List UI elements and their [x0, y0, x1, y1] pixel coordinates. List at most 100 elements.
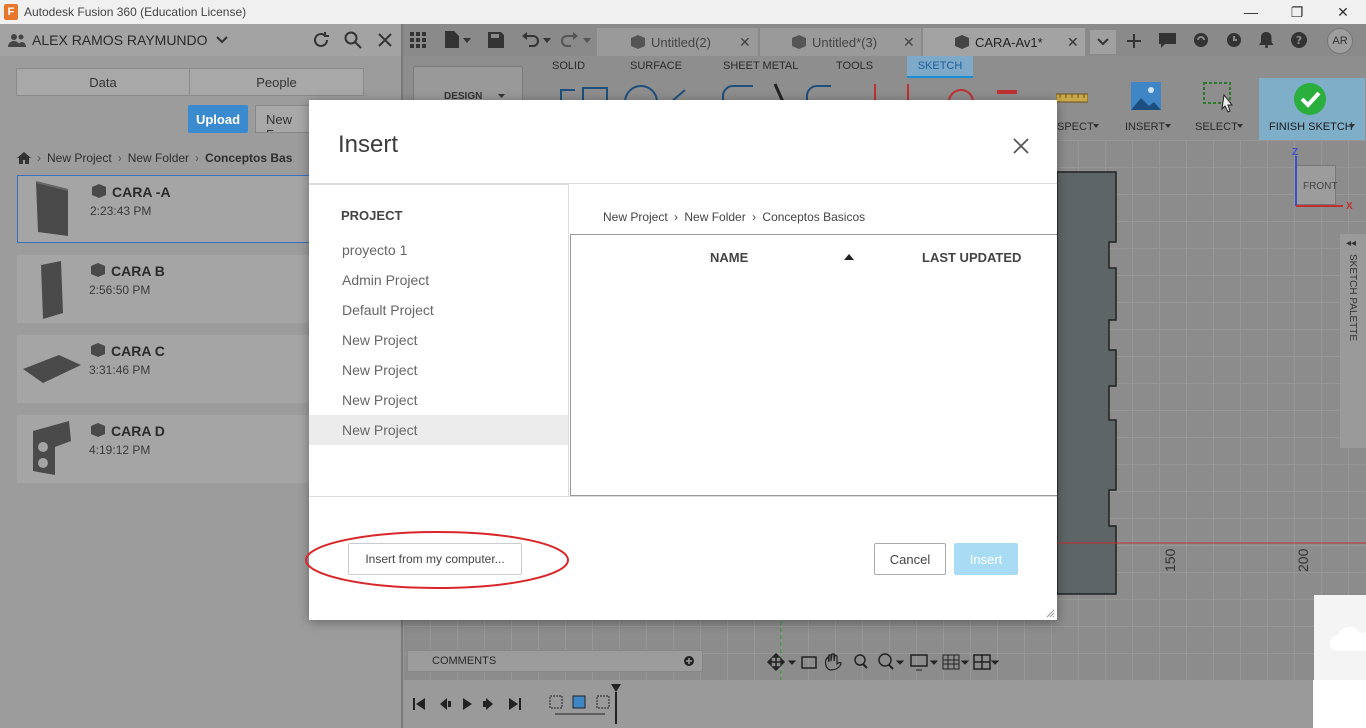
chevron-down-icon[interactable]: [216, 36, 228, 44]
chevron-down-icon[interactable]: [1093, 124, 1099, 128]
inspect-group-label[interactable]: SPECT: [1057, 121, 1094, 133]
breadcrumb-item[interactable]: Conceptos Bas: [205, 151, 292, 165]
minimize-button[interactable]: —: [1228, 0, 1274, 24]
breadcrumb-item[interactable]: New Folder: [128, 151, 189, 165]
tab-label: Untitled*(3): [812, 34, 878, 50]
breadcrumb-item[interactable]: New Project: [603, 210, 668, 224]
column-header-name[interactable]: NAME: [710, 250, 748, 265]
tab-document-active[interactable]: CARA-Av1* ✕: [923, 28, 1085, 56]
project-item[interactable]: Default Project: [342, 302, 434, 318]
project-item[interactable]: New Project: [342, 362, 417, 378]
project-heading: PROJECT: [341, 208, 403, 223]
close-icon[interactable]: ✕: [903, 34, 915, 51]
sketch-tools-icons[interactable]: [553, 82, 1033, 102]
timeline-features[interactable]: [549, 684, 623, 724]
insert-group-label[interactable]: INSERT: [1125, 121, 1165, 133]
active-tab-underline: [907, 76, 973, 78]
thumbnail: [35, 181, 69, 236]
file-name: CARA D: [111, 423, 165, 439]
tab-tools[interactable]: TOOLS: [836, 60, 873, 72]
cloud-widget[interactable]: [1314, 595, 1366, 680]
tab-people[interactable]: People: [189, 68, 364, 96]
bell-icon[interactable]: [1259, 32, 1274, 48]
chevron-down-icon[interactable]: [1165, 124, 1171, 128]
list-item[interactable]: CARA D 4:19:12 PM: [17, 415, 317, 483]
timeline-controls[interactable]: [413, 696, 523, 712]
tab-overflow-button[interactable]: [1090, 30, 1116, 54]
tab-surface[interactable]: SURFACE: [630, 60, 682, 72]
tab-sketch[interactable]: SKETCH: [907, 56, 973, 76]
dialog-title: Insert: [338, 131, 399, 158]
thumbnail: [23, 355, 81, 383]
column-header-last-updated[interactable]: LAST UPDATED: [922, 250, 1021, 265]
close-icon[interactable]: [377, 32, 393, 48]
chevron-down-icon[interactable]: [1237, 124, 1243, 128]
design-file-icon: [91, 263, 105, 277]
close-window-button[interactable]: ✕: [1320, 0, 1366, 24]
project-item[interactable]: proyecto 1: [342, 242, 407, 258]
chat-icon[interactable]: [1159, 33, 1176, 48]
app-grid-icon[interactable]: [410, 32, 426, 48]
chevron-down-icon[interactable]: [583, 38, 591, 43]
resize-handle-icon[interactable]: [1046, 609, 1055, 618]
highlight-circle-annotation: [305, 531, 569, 589]
timeline-bar: [403, 680, 1366, 728]
sort-ascending-icon[interactable]: [844, 254, 854, 260]
plus-icon[interactable]: [1126, 33, 1142, 49]
upload-button[interactable]: Upload: [188, 105, 248, 133]
chevron-down-icon: [498, 94, 505, 98]
tab-data[interactable]: Data: [16, 68, 190, 96]
navigation-bar[interactable]: [766, 652, 1002, 672]
search-icon[interactable]: [344, 31, 362, 49]
breadcrumb-item[interactable]: Conceptos Basicos: [762, 210, 865, 224]
user-bar: ALEX RAMOS RAYMUNDO: [0, 24, 401, 56]
file-menu-icon[interactable]: [445, 31, 459, 48]
finish-sketch-button[interactable]: FINISH SKETCH: [1259, 78, 1365, 140]
save-icon[interactable]: [488, 32, 504, 48]
undo-icon[interactable]: [521, 32, 539, 48]
tab-solid[interactable]: SOLID: [552, 60, 585, 72]
cancel-button[interactable]: Cancel: [874, 543, 946, 575]
project-item[interactable]: Admin Project: [342, 272, 429, 288]
project-item[interactable]: New Project: [342, 332, 417, 348]
measure-icon[interactable]: [1056, 86, 1088, 106]
project-item[interactable]: New Project: [342, 392, 417, 408]
clock-icon[interactable]: [1226, 32, 1242, 48]
avatar[interactable]: AR: [1327, 28, 1353, 54]
close-icon[interactable]: ✕: [739, 34, 751, 51]
tab-sheet-metal[interactable]: SHEET METAL: [723, 60, 798, 72]
image-icon[interactable]: [1131, 82, 1161, 110]
breadcrumb-item[interactable]: New Folder: [684, 210, 745, 224]
design-file-icon: [792, 35, 806, 49]
title-bar: F Autodesk Fusion 360 (Education License…: [0, 0, 1366, 24]
list-item[interactable]: CARA B 2:56:50 PM: [17, 255, 317, 323]
tab-label: CARA-Av1*: [975, 34, 1043, 50]
close-icon[interactable]: [1012, 137, 1030, 155]
list-item[interactable]: CARA C 3:31:46 PM: [17, 335, 317, 403]
breadcrumb-item[interactable]: New Project: [47, 151, 112, 165]
redo-icon[interactable]: [561, 32, 579, 48]
user-name[interactable]: ALEX RAMOS RAYMUNDO: [32, 32, 208, 48]
design-file-icon: [955, 35, 969, 49]
design-file-icon: [91, 423, 105, 437]
chevron-down-icon[interactable]: [543, 38, 551, 43]
sketch-palette-tab[interactable]: ◂◂ SKETCH PALETTE: [1340, 234, 1366, 448]
comments-panel[interactable]: COMMENTS: [407, 650, 703, 672]
tab-document[interactable]: Untitled(2) ✕: [597, 28, 758, 56]
select-group-label[interactable]: SELECT: [1195, 121, 1238, 133]
insert-button[interactable]: Insert: [954, 543, 1018, 575]
sync-icon[interactable]: [1193, 32, 1209, 48]
list-item[interactable]: CARA -A 2:23:43 PM: [17, 175, 317, 243]
help-icon[interactable]: ?: [1291, 32, 1307, 48]
project-item-selected[interactable]: New Project: [342, 422, 417, 438]
comments-label: COMMENTS: [432, 655, 497, 667]
refresh-icon[interactable]: [312, 31, 330, 49]
tab-document[interactable]: Untitled*(3) ✕: [760, 28, 921, 56]
restore-button[interactable]: ❐: [1274, 0, 1320, 24]
add-comment-icon[interactable]: [684, 656, 694, 666]
chevron-down-icon[interactable]: [463, 38, 471, 43]
close-icon[interactable]: ✕: [1067, 34, 1079, 51]
select-icon[interactable]: [1203, 82, 1237, 114]
home-icon[interactable]: [17, 152, 31, 164]
new-folder-button[interactable]: New Fo: [255, 105, 315, 133]
